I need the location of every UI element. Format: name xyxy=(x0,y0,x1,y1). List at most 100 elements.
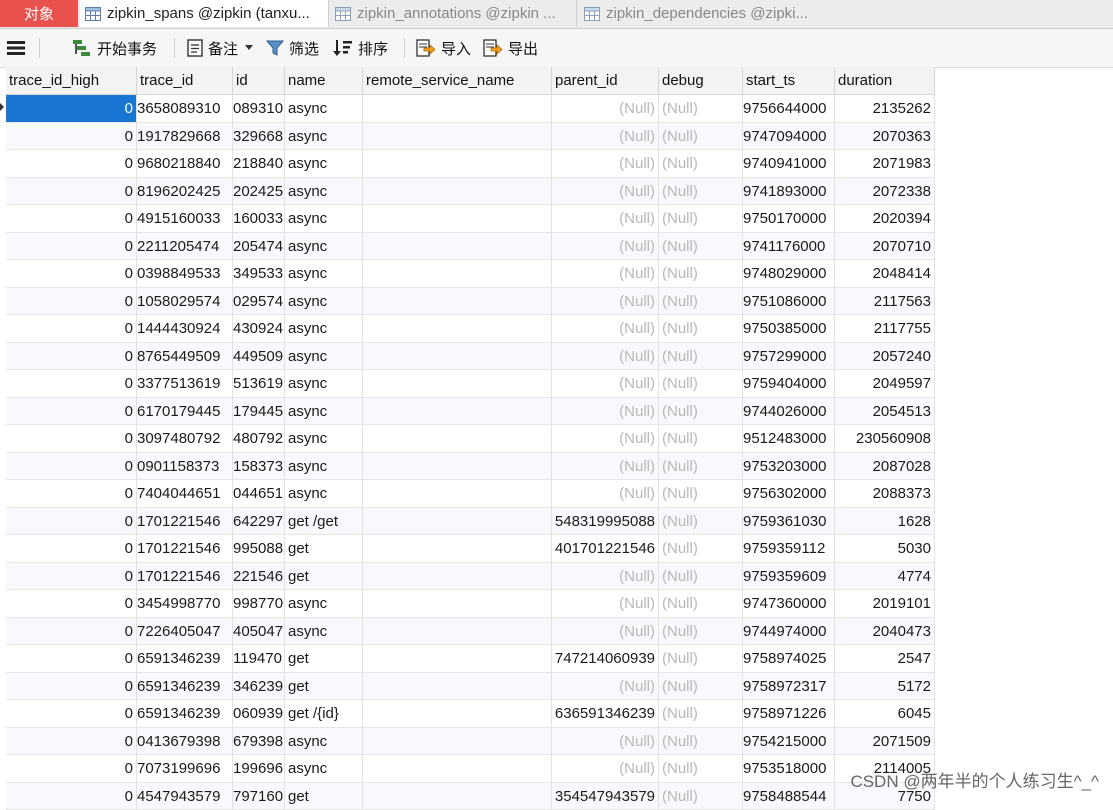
cell-start-ts[interactable]: 9759361030 xyxy=(743,508,835,535)
cell-start-ts[interactable]: 9754215000 xyxy=(743,728,835,755)
cell-duration[interactable]: 2070710 xyxy=(835,233,935,260)
cell-remote-service-name[interactable] xyxy=(363,425,552,452)
cell-id[interactable]: 202425 xyxy=(233,178,285,205)
cell-start-ts[interactable]: 9747094000 xyxy=(743,123,835,150)
cell-id[interactable]: 221546 xyxy=(233,563,285,590)
cell-duration[interactable]: 2135262 xyxy=(835,95,935,122)
cell-trace-id-high[interactable]: 0 xyxy=(6,288,137,315)
cell-start-ts[interactable]: 9757299000 xyxy=(743,343,835,370)
cell-parent-id[interactable]: (Null) xyxy=(552,453,659,480)
cell-parent-id[interactable]: (Null) xyxy=(552,370,659,397)
cell-parent-id[interactable]: (Null) xyxy=(552,618,659,645)
export-button[interactable]: 导出 xyxy=(483,29,538,67)
cell-parent-id[interactable]: (Null) xyxy=(552,480,659,507)
cell-trace-id[interactable]: 1701221546 xyxy=(137,508,233,535)
cell-remote-service-name[interactable] xyxy=(363,700,552,727)
cell-parent-id[interactable]: (Null) xyxy=(552,315,659,342)
cell-debug[interactable]: (Null) xyxy=(659,645,743,672)
cell-duration[interactable]: 2057240 xyxy=(835,343,935,370)
cell-parent-id[interactable]: 548319995088 xyxy=(552,508,659,535)
cell-duration[interactable]: 230560908 xyxy=(835,425,935,452)
column-header-trace-id-high[interactable]: trace_id_high xyxy=(6,67,137,94)
cell-name[interactable]: async xyxy=(285,618,363,645)
cell-name[interactable]: async xyxy=(285,95,363,122)
cell-start-ts[interactable]: 9756302000 xyxy=(743,480,835,507)
cell-trace-id-high[interactable]: 0 xyxy=(6,398,137,425)
cell-debug[interactable]: (Null) xyxy=(659,783,743,810)
cell-trace-id-high[interactable]: 0 xyxy=(6,343,137,370)
cell-duration[interactable]: 2048414 xyxy=(835,260,935,287)
cell-trace-id-high[interactable]: 0 xyxy=(6,755,137,782)
cell-name[interactable]: async xyxy=(285,370,363,397)
cell-duration[interactable]: 2117563 xyxy=(835,288,935,315)
cell-duration[interactable]: 2088373 xyxy=(835,480,935,507)
cell-debug[interactable]: (Null) xyxy=(659,205,743,232)
cell-start-ts[interactable]: 9740941000 xyxy=(743,150,835,177)
cell-start-ts[interactable]: 9744974000 xyxy=(743,618,835,645)
cell-debug[interactable]: (Null) xyxy=(659,673,743,700)
filter-button[interactable]: 筛选 xyxy=(266,29,319,67)
cell-start-ts[interactable]: 9748029000 xyxy=(743,260,835,287)
cell-duration[interactable]: 2117755 xyxy=(835,315,935,342)
cell-name[interactable]: async xyxy=(285,178,363,205)
cell-name[interactable]: async xyxy=(285,260,363,287)
cell-id[interactable]: 044651 xyxy=(233,480,285,507)
cell-trace-id[interactable]: 0901158373 xyxy=(137,453,233,480)
tab-zipkin-dependencies[interactable]: zipkin_dependencies @zipki... xyxy=(579,0,829,27)
cell-remote-service-name[interactable] xyxy=(363,645,552,672)
cell-debug[interactable]: (Null) xyxy=(659,288,743,315)
cell-trace-id-high[interactable]: 0 xyxy=(6,150,137,177)
cell-name[interactable]: get xyxy=(285,535,363,562)
table-row[interactable]: 06591346239060939get /{id}636591346239(N… xyxy=(6,700,935,728)
cell-trace-id-high[interactable]: 0 xyxy=(6,95,137,122)
cell-id[interactable]: 349533 xyxy=(233,260,285,287)
cell-remote-service-name[interactable] xyxy=(363,205,552,232)
cell-remote-service-name[interactable] xyxy=(363,590,552,617)
cell-duration[interactable]: 6045 xyxy=(835,700,935,727)
column-header-trace-id[interactable]: trace_id xyxy=(137,67,233,94)
cell-start-ts[interactable]: 9750385000 xyxy=(743,315,835,342)
cell-remote-service-name[interactable] xyxy=(363,233,552,260)
table-row[interactable]: 08196202425202425async(Null)(Null)974189… xyxy=(6,178,935,206)
cell-trace-id[interactable]: 1444430924 xyxy=(137,315,233,342)
cell-id[interactable]: 205474 xyxy=(233,233,285,260)
cell-start-ts[interactable]: 9758974025 xyxy=(743,645,835,672)
cell-id[interactable]: 642297 xyxy=(233,508,285,535)
table-row[interactable]: 08765449509449509async(Null)(Null)975729… xyxy=(6,343,935,371)
cell-start-ts[interactable]: 9741176000 xyxy=(743,233,835,260)
cell-id[interactable]: 998770 xyxy=(233,590,285,617)
cell-parent-id[interactable]: 401701221546 xyxy=(552,535,659,562)
cell-trace-id[interactable]: 3658089310 xyxy=(137,95,233,122)
cell-trace-id[interactable]: 6591346239 xyxy=(137,700,233,727)
cell-parent-id[interactable]: 747214060939 xyxy=(552,645,659,672)
column-header-duration[interactable]: duration xyxy=(835,67,935,94)
cell-duration[interactable]: 2049597 xyxy=(835,370,935,397)
cell-trace-id[interactable]: 1058029574 xyxy=(137,288,233,315)
column-header-debug[interactable]: debug xyxy=(659,67,743,94)
cell-parent-id[interactable]: 354547943579 xyxy=(552,783,659,810)
cell-start-ts[interactable]: 9512483000 xyxy=(743,425,835,452)
cell-id[interactable]: 430924 xyxy=(233,315,285,342)
cell-id[interactable]: 060939 xyxy=(233,700,285,727)
table-row[interactable]: 06591346239119470get747214060939(Null)97… xyxy=(6,645,935,673)
cell-trace-id[interactable]: 3097480792 xyxy=(137,425,233,452)
column-header-start-ts[interactable]: start_ts xyxy=(743,67,835,94)
cell-parent-id[interactable]: (Null) xyxy=(552,343,659,370)
cell-remote-service-name[interactable] xyxy=(363,673,552,700)
cell-name[interactable]: async xyxy=(285,590,363,617)
cell-parent-id[interactable]: (Null) xyxy=(552,95,659,122)
cell-parent-id[interactable]: (Null) xyxy=(552,205,659,232)
cell-parent-id[interactable]: (Null) xyxy=(552,425,659,452)
table-row[interactable]: 04547943579797160get354547943579(Null)97… xyxy=(6,783,935,810)
cell-debug[interactable]: (Null) xyxy=(659,508,743,535)
cell-parent-id[interactable]: (Null) xyxy=(552,233,659,260)
cell-debug[interactable]: (Null) xyxy=(659,535,743,562)
column-header-name[interactable]: name xyxy=(285,67,363,94)
cell-trace-id[interactable]: 7073199696 xyxy=(137,755,233,782)
cell-duration[interactable]: 2071509 xyxy=(835,728,935,755)
cell-start-ts[interactable]: 9756644000 xyxy=(743,95,835,122)
cell-duration[interactable]: 2020394 xyxy=(835,205,935,232)
cell-duration[interactable]: 5172 xyxy=(835,673,935,700)
column-header-id[interactable]: id xyxy=(233,67,285,94)
cell-duration[interactable]: 5030 xyxy=(835,535,935,562)
